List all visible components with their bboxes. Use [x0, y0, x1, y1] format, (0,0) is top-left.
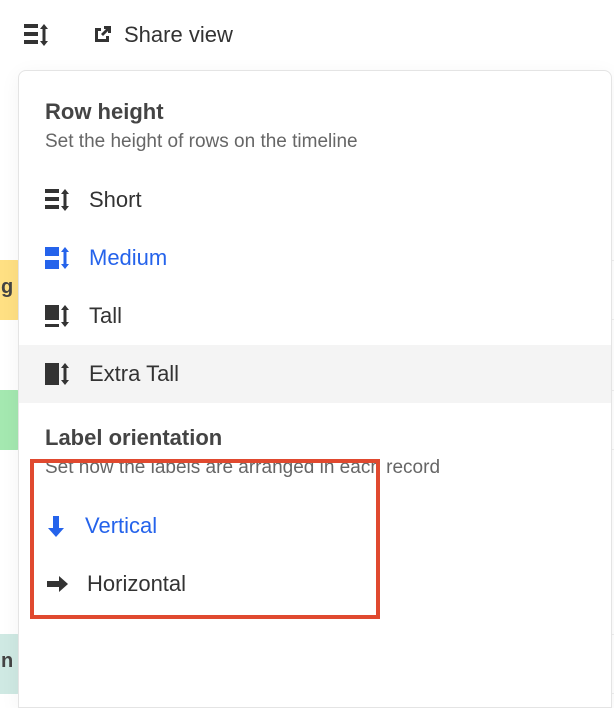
arrow-right-icon: [45, 573, 69, 595]
arrow-down-icon: [45, 514, 67, 538]
label-orientation-option-label: Vertical: [85, 513, 157, 539]
label-orientation-desc: Set how the labels are arranged in each …: [19, 457, 611, 497]
row-height-desc: Set the height of rows on the timeline: [19, 131, 611, 171]
label-orientation-option-vertical[interactable]: Vertical: [19, 497, 611, 555]
row-height-panel: Row height Set the height of rows on the…: [18, 70, 612, 708]
row-height-option-extra-tall[interactable]: Extra Tall: [19, 345, 611, 403]
label-orientation-option-label: Horizontal: [87, 571, 186, 597]
row-height-option-label: Short: [89, 187, 142, 213]
row-height-option-medium[interactable]: Medium: [19, 229, 611, 287]
row-height-icon: [24, 24, 50, 46]
timeline-cell-green: [0, 390, 20, 450]
row-height-option-short[interactable]: Short: [19, 171, 611, 229]
share-view-label: Share view: [124, 22, 233, 48]
row-height-option-label: Tall: [89, 303, 122, 329]
row-height-option-label: Medium: [89, 245, 167, 271]
share-view-button[interactable]: Share view: [90, 22, 233, 48]
row-height-short-icon: [45, 189, 71, 211]
row-height-option-tall[interactable]: Tall: [19, 287, 611, 345]
row-height-title: Row height: [19, 99, 611, 131]
row-height-button[interactable]: [24, 24, 50, 46]
row-height-extratall-icon: [45, 363, 71, 385]
share-icon: [90, 23, 114, 47]
label-orientation-title: Label orientation: [19, 425, 611, 457]
label-orientation-option-horizontal[interactable]: Horizontal: [19, 555, 611, 613]
row-height-medium-icon: [45, 247, 71, 269]
row-height-option-label: Extra Tall: [89, 361, 179, 387]
view-toolbar: Share view: [24, 22, 233, 48]
timeline-cell-letter: g: [1, 276, 13, 299]
row-height-tall-icon: [45, 305, 71, 327]
timeline-cell-letter: n: [1, 650, 13, 673]
